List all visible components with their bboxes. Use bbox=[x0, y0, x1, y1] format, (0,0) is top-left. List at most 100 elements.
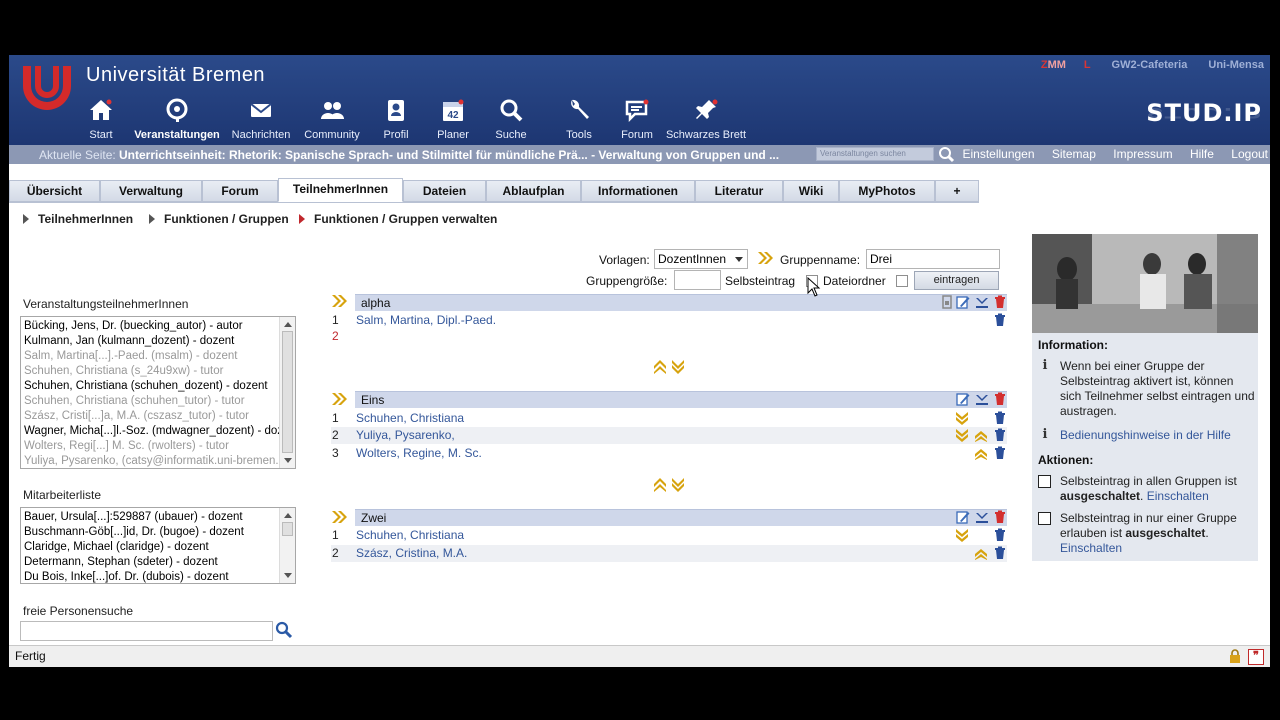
list-item[interactable]: Yuliya, Pysarenko, (catsy@informatik.uni… bbox=[21, 454, 295, 468]
uni-bremen-logo[interactable] bbox=[21, 64, 73, 110]
tab-informationen[interactable]: Informationen bbox=[581, 180, 695, 202]
member-link[interactable]: Szász, Cristina, M.A. bbox=[356, 545, 467, 562]
einschalten-link[interactable]: Einschalten bbox=[1060, 541, 1122, 555]
lock-icon[interactable] bbox=[1228, 649, 1242, 663]
scroll-up-icon[interactable] bbox=[284, 513, 292, 518]
trash-icon[interactable] bbox=[993, 446, 1007, 460]
help-link[interactable]: Bedienungshinweise in der Hilfe bbox=[1060, 428, 1231, 442]
logout-link[interactable]: Logout bbox=[1231, 147, 1268, 161]
list-item[interactable]: Wagner, Micha[...]l.-Soz. (mdwagner_doze… bbox=[21, 424, 295, 439]
edit-icon[interactable] bbox=[956, 392, 970, 406]
staff-scrollbar[interactable] bbox=[279, 508, 295, 583]
list-item[interactable]: Schuhen, Christiana (schuhen_tutor) - tu… bbox=[21, 394, 295, 409]
move-down-icon[interactable] bbox=[955, 528, 969, 542]
download-icon[interactable] bbox=[975, 510, 989, 524]
sitemap-link[interactable]: Sitemap bbox=[1052, 147, 1096, 161]
staff-list[interactable]: Bauer, Ursula[...]:529887 (ubauer) - doz… bbox=[20, 507, 296, 584]
trash-icon[interactable] bbox=[993, 392, 1007, 406]
nav-tools[interactable]: Tools bbox=[561, 97, 597, 143]
download-icon[interactable] bbox=[975, 392, 989, 406]
zmml-link[interactable]: ZMM L bbox=[1023, 59, 1091, 71]
move-down-icon[interactable] bbox=[955, 411, 969, 425]
nav-community[interactable]: Community bbox=[299, 97, 365, 143]
tab-teilnehmerinnen[interactable]: TeilnehmerInnen bbox=[278, 178, 403, 202]
tab-ablaufplan[interactable]: Ablaufplan bbox=[486, 180, 581, 202]
search-icon[interactable] bbox=[275, 621, 293, 639]
tab-literatur[interactable]: Literatur bbox=[695, 180, 783, 202]
move-group-arrows-icon[interactable] bbox=[653, 358, 687, 374]
tab-wiki[interactable]: Wiki bbox=[783, 180, 839, 202]
einstellungen-link[interactable]: Einstellungen bbox=[962, 147, 1034, 161]
move-down-icon[interactable] bbox=[955, 428, 969, 442]
list-item[interactable]: Bauer, Ursula[...]:529887 (ubauer) - doz… bbox=[21, 510, 295, 525]
list-item[interactable]: Claridge, Michael (claridge) - dozent bbox=[21, 540, 295, 555]
nav-start[interactable]: Start bbox=[87, 97, 115, 143]
tab-forum[interactable]: Forum bbox=[202, 180, 278, 202]
tab-add[interactable]: + bbox=[935, 180, 979, 202]
move-up-icon[interactable] bbox=[974, 546, 988, 560]
nav-planer[interactable]: 42 Planer bbox=[433, 97, 473, 143]
tab-verwaltung[interactable]: Verwaltung bbox=[100, 180, 202, 202]
dateiordner-checkbox[interactable] bbox=[896, 275, 908, 287]
double-arrow-right-icon[interactable] bbox=[331, 510, 347, 524]
scroll-down-icon[interactable] bbox=[284, 458, 292, 463]
double-arrow-right-icon[interactable] bbox=[331, 294, 347, 308]
group-header-zwei[interactable]: Zwei bbox=[355, 509, 1007, 526]
tab-uebersicht[interactable]: Übersicht bbox=[9, 180, 100, 202]
list-item[interactable]: Szász, Cristi[...]a, M.A. (cszasz_tutor)… bbox=[21, 409, 295, 424]
tab-myphotos[interactable]: MyPhotos bbox=[839, 180, 935, 202]
participants-list[interactable]: Bücking, Jens, Dr. (buecking_autor) - au… bbox=[20, 316, 296, 469]
scroll-thumb[interactable] bbox=[282, 522, 293, 536]
nav-suche[interactable]: Suche bbox=[493, 97, 529, 143]
list-item[interactable]: Wolters, Regi[...] M. Sc. (rwolters) - t… bbox=[21, 439, 295, 454]
breadcrumb-gruppen-verwalten[interactable]: Funktionen / Gruppen verwalten bbox=[299, 212, 497, 226]
member-link[interactable]: Wolters, Regine, M. Sc. bbox=[356, 445, 482, 462]
trash-icon[interactable] bbox=[993, 411, 1007, 425]
list-item[interactable]: Du Bois, Inke[...]of. Dr. (dubois) - doz… bbox=[21, 570, 295, 583]
addon-icon[interactable]: ❞ bbox=[1248, 649, 1264, 665]
nav-forum[interactable]: Forum bbox=[619, 97, 655, 143]
member-link[interactable]: Schuhen, Christiana bbox=[356, 527, 464, 544]
gruppengroesse-input[interactable] bbox=[674, 270, 721, 290]
breadcrumb-funktionen-gruppen[interactable]: Funktionen / Gruppen bbox=[149, 212, 289, 226]
nav-nachrichten[interactable]: Nachrichten bbox=[228, 97, 294, 143]
edit-icon[interactable] bbox=[956, 295, 970, 309]
vorlagen-select[interactable]: DozentInnen bbox=[654, 249, 748, 269]
group-header-alpha[interactable]: alpha bbox=[355, 294, 1007, 311]
nav-profil[interactable]: Profil bbox=[376, 97, 416, 143]
folder-lock-icon[interactable] bbox=[940, 295, 954, 309]
einschalten-link[interactable]: Einschalten bbox=[1147, 489, 1209, 503]
mensa-link[interactable]: Uni-Mensa bbox=[1208, 59, 1264, 71]
selbsteintrag-all-checkbox[interactable] bbox=[1038, 475, 1051, 488]
gruppenname-input[interactable]: Drei bbox=[866, 249, 1000, 269]
move-up-icon[interactable] bbox=[974, 428, 988, 442]
course-search-input[interactable]: Veranstaltungen suchen bbox=[816, 147, 934, 161]
trash-icon[interactable] bbox=[993, 428, 1007, 442]
trash-icon[interactable] bbox=[993, 510, 1007, 524]
member-link[interactable]: Yuliya, Pysarenko, bbox=[356, 427, 455, 444]
selbsteintrag-single-checkbox[interactable] bbox=[1038, 512, 1051, 525]
scroll-down-icon[interactable] bbox=[284, 573, 292, 578]
edit-icon[interactable] bbox=[956, 510, 970, 524]
trash-icon[interactable] bbox=[993, 528, 1007, 542]
group-header-eins[interactable]: Eins bbox=[355, 391, 1007, 408]
double-arrow-right-icon[interactable] bbox=[331, 392, 347, 406]
participants-scrollbar[interactable] bbox=[279, 317, 295, 468]
list-item[interactable]: Schuhen, Christiana (s_24u9xw) - tutor bbox=[21, 364, 295, 379]
list-item[interactable]: Salm, Martina[...].-Paed. (msalm) - doze… bbox=[21, 349, 295, 364]
person-search-input[interactable] bbox=[20, 621, 273, 641]
double-arrow-right-icon[interactable] bbox=[757, 251, 773, 265]
trash-icon[interactable] bbox=[993, 295, 1007, 309]
hilfe-link[interactable]: Hilfe bbox=[1190, 147, 1214, 161]
move-group-arrows-icon[interactable] bbox=[653, 476, 687, 492]
tab-dateien[interactable]: Dateien bbox=[403, 180, 486, 202]
nav-schwarzes-brett[interactable]: Schwarzes Brett bbox=[661, 97, 751, 143]
member-link[interactable]: Schuhen, Christiana bbox=[356, 410, 464, 427]
list-item[interactable]: Kulmann, Jan (kulmann_dozent) - dozent bbox=[21, 334, 295, 349]
cafeteria-link[interactable]: GW2-Cafeteria bbox=[1112, 59, 1188, 71]
eintragen-button[interactable]: eintragen bbox=[914, 271, 999, 290]
download-icon[interactable] bbox=[975, 295, 989, 309]
list-item[interactable]: Schuhen, Christiana (schuhen_dozent) - d… bbox=[21, 379, 295, 394]
list-item[interactable]: Determann, Stephan (sdeter) - dozent bbox=[21, 555, 295, 570]
member-link[interactable]: Salm, Martina, Dipl.-Paed. bbox=[356, 312, 496, 329]
